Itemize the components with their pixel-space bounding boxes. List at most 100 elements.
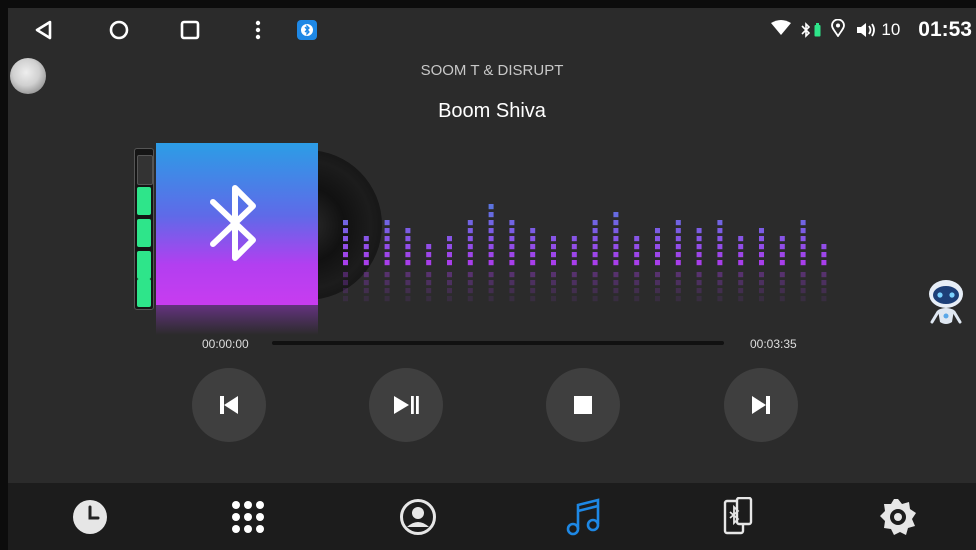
visualizer-segment [571, 244, 577, 250]
visualizer-segment [696, 236, 702, 242]
battery-icon [814, 23, 821, 37]
visualizer-reflection [363, 280, 369, 286]
level-segment [137, 279, 151, 307]
visualizer-reflection [800, 280, 806, 286]
visualizer-segment [467, 220, 473, 226]
visualizer-reflection [405, 296, 411, 302]
visualizer-reflection [634, 272, 640, 278]
visualizer-reflection [447, 280, 452, 286]
visualizer-segment [343, 220, 348, 226]
tab-contacts[interactable] [368, 483, 468, 550]
visualizer-reflection [592, 272, 598, 278]
level-segment [137, 187, 151, 215]
visualizer-segment [509, 252, 515, 258]
visualizer-segment [571, 236, 577, 242]
bluetooth-app-icon[interactable] [293, 16, 321, 44]
clock: 01:53 [918, 18, 972, 41]
visualizer-reflection [717, 272, 723, 278]
visualizer-segment [551, 252, 556, 258]
visualizer-reflection [717, 288, 723, 294]
visualizer-segment [467, 252, 473, 258]
visualizer-reflection [509, 296, 515, 302]
visualizer-segment [696, 244, 702, 250]
tab-apps[interactable] [198, 483, 298, 550]
visualizer-reflection [343, 296, 348, 302]
visualizer-segment [675, 228, 681, 234]
music-icon [566, 497, 600, 535]
tab-music[interactable] [534, 483, 634, 550]
visualizer-reflection [571, 296, 577, 302]
visualizer-segment [467, 260, 473, 266]
visualizer-segment [467, 244, 473, 250]
visualizer-reflection [675, 288, 681, 294]
visualizer-segment [800, 252, 806, 258]
visualizer-segment [426, 252, 432, 258]
visualizer-reflection [592, 280, 598, 286]
visualizer-segment [530, 236, 536, 242]
visualizer-reflection [759, 296, 764, 302]
stop-button[interactable] [546, 368, 620, 442]
screen: 10 01:53 SOOM T & DISRUPT Boom Shiva 00:… [8, 8, 976, 550]
artist-name: SOOM T & DISRUPT [420, 62, 564, 79]
visualizer-reflection [530, 280, 536, 286]
visualizer-segment [530, 260, 536, 266]
visualizer-reflection [571, 280, 577, 286]
visualizer-segment [488, 244, 494, 250]
tab-bluetooth-phone[interactable] [688, 483, 788, 550]
visualizer-reflection [655, 272, 660, 278]
visualizer-reflection [384, 296, 390, 302]
visualizer-reflection [343, 272, 348, 278]
visualizer-reflection [779, 296, 785, 302]
visualizer-reflection [509, 288, 515, 294]
visualizer-segment [655, 252, 660, 258]
visualizer-reflection [426, 288, 432, 294]
visualizer-segment [613, 260, 619, 266]
assistant-robot-icon[interactable] [926, 276, 966, 330]
next-button[interactable] [724, 368, 798, 442]
visualizer-segment [655, 236, 660, 242]
visualizer-segment [675, 260, 681, 266]
album-art [156, 143, 318, 305]
visualizer-segment [447, 244, 452, 250]
audio-visualizer [343, 204, 827, 302]
visualizer-segment [343, 244, 348, 250]
visualizer-segment [675, 252, 681, 258]
visualizer-reflection [634, 280, 640, 286]
visualizer-segment [717, 236, 723, 242]
visualizer-segment [717, 220, 723, 226]
visualizer-reflection [821, 280, 827, 286]
visualizer-segment [467, 228, 473, 234]
play-pause-button[interactable] [369, 368, 443, 442]
visualizer-reflection [488, 288, 494, 294]
visualizer-segment [467, 236, 473, 242]
contacts-icon [400, 498, 436, 535]
visualizer-segment [634, 236, 640, 242]
visualizer-segment [800, 228, 806, 234]
visualizer-segment [696, 260, 702, 266]
tab-clock[interactable] [40, 483, 140, 550]
visualizer-segment [613, 244, 619, 250]
visualizer-reflection [363, 272, 369, 278]
visualizer-segment [551, 260, 556, 266]
visualizer-reflection [613, 280, 619, 286]
visualizer-reflection [696, 272, 702, 278]
visualizer-reflection [738, 296, 744, 302]
bottom-tab-bar [8, 483, 976, 550]
visualizer-segment [384, 220, 390, 226]
seek-bar[interactable] [272, 341, 724, 345]
more-icon[interactable] [244, 16, 272, 44]
home-icon[interactable] [105, 16, 133, 44]
visualizer-reflection [488, 272, 494, 278]
visualizer-segment [613, 212, 619, 218]
visualizer-reflection [696, 280, 702, 286]
tab-settings[interactable] [848, 483, 948, 550]
visualizer-segment [696, 252, 702, 258]
visualizer-segment [488, 212, 494, 218]
back-icon[interactable] [30, 16, 58, 44]
previous-button[interactable] [192, 368, 266, 442]
visualizer-segment [717, 260, 723, 266]
visualizer-segment [488, 236, 494, 242]
visualizer-segment [717, 228, 723, 234]
recents-icon[interactable] [176, 16, 204, 44]
settings-icon [880, 498, 916, 535]
